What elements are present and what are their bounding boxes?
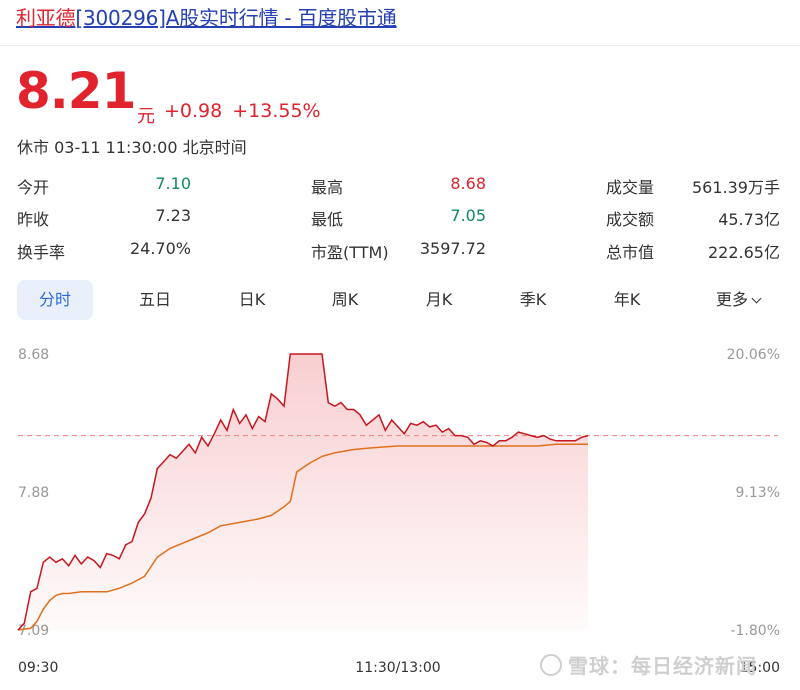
page-title-link[interactable]: 利亚德[300296]A股实时行情 - 百度股市通	[16, 2, 397, 31]
x-tick-label: 11:30/13:00	[355, 660, 440, 676]
tab-more[interactable]: 更多	[693, 280, 783, 320]
xueqiu-logo-icon	[540, 654, 562, 676]
open-value: 7.10	[155, 174, 191, 193]
pe-value: 3597.72	[419, 239, 486, 258]
price-unit: 元	[137, 106, 155, 127]
header-divider	[0, 45, 800, 46]
y-tick-label-right: 20.06%	[727, 347, 780, 363]
market-status: 休市 03-11 11:30:00 北京时间	[17, 138, 247, 157]
chevron-down-icon	[751, 293, 762, 304]
tab-weekly-k[interactable]: 周K	[307, 280, 383, 320]
y-tick-label-left: 7.88	[18, 485, 49, 501]
prev-close-label: 昨收	[17, 210, 50, 229]
tab-five-day[interactable]: 五日	[117, 280, 193, 320]
chart-period-tabs: 分时 五日 日K 周K 月K 季K 年K 更多	[17, 280, 783, 320]
stock-name[interactable]: 利亚德	[16, 6, 76, 30]
open-label: 今开	[17, 178, 50, 197]
page-title-rest[interactable]: [300296]A股实时行情 - 百度股市通	[75, 6, 396, 30]
price-area-fill	[18, 354, 588, 630]
y-tick-label-right: 9.13%	[736, 485, 780, 501]
y-tick-label-left: 8.68	[18, 347, 49, 363]
tab-yearly-k[interactable]: 年K	[589, 280, 665, 320]
high-value: 8.68	[450, 174, 486, 193]
tab-intraday[interactable]: 分时	[17, 280, 93, 320]
change-amount: +0.98	[164, 100, 223, 122]
amount-value: 45.73亿	[718, 210, 780, 229]
tab-monthly-k[interactable]: 月K	[401, 280, 477, 320]
change-percent: +13.55%	[232, 100, 321, 122]
low-value: 7.05	[450, 206, 486, 225]
x-tick-label: 09:30	[18, 660, 58, 676]
current-price: 8.21	[16, 62, 136, 120]
y-tick-label-right: -1.80%	[730, 623, 780, 639]
pe-label: 市盈(TTM)	[311, 243, 389, 262]
high-label: 最高	[311, 178, 344, 197]
amount-label: 成交额	[606, 210, 655, 229]
tab-more-label: 更多	[715, 290, 748, 309]
volume-value: 561.39万手	[692, 178, 780, 197]
intraday-chart[interactable]: 8.687.887.0920.06%9.13%-1.80%09:30 11:30/…	[0, 330, 800, 680]
mcap-label: 总市值	[606, 243, 655, 262]
watermark-text: 雪球：每日经济新闻	[568, 654, 757, 678]
volume-label: 成交量	[606, 178, 655, 197]
turnover-value: 24.70%	[129, 239, 191, 258]
low-label: 最低	[311, 210, 344, 229]
prev-close-value: 7.23	[155, 206, 191, 225]
turnover-label: 换手率	[17, 243, 66, 262]
tab-daily-k[interactable]: 日K	[214, 280, 290, 320]
tab-quarterly-k[interactable]: 季K	[495, 280, 571, 320]
price-change: +0.98 +13.55%	[164, 100, 321, 122]
mcap-value: 222.65亿	[708, 243, 780, 262]
watermark: 雪球：每日经济新闻	[540, 650, 757, 679]
